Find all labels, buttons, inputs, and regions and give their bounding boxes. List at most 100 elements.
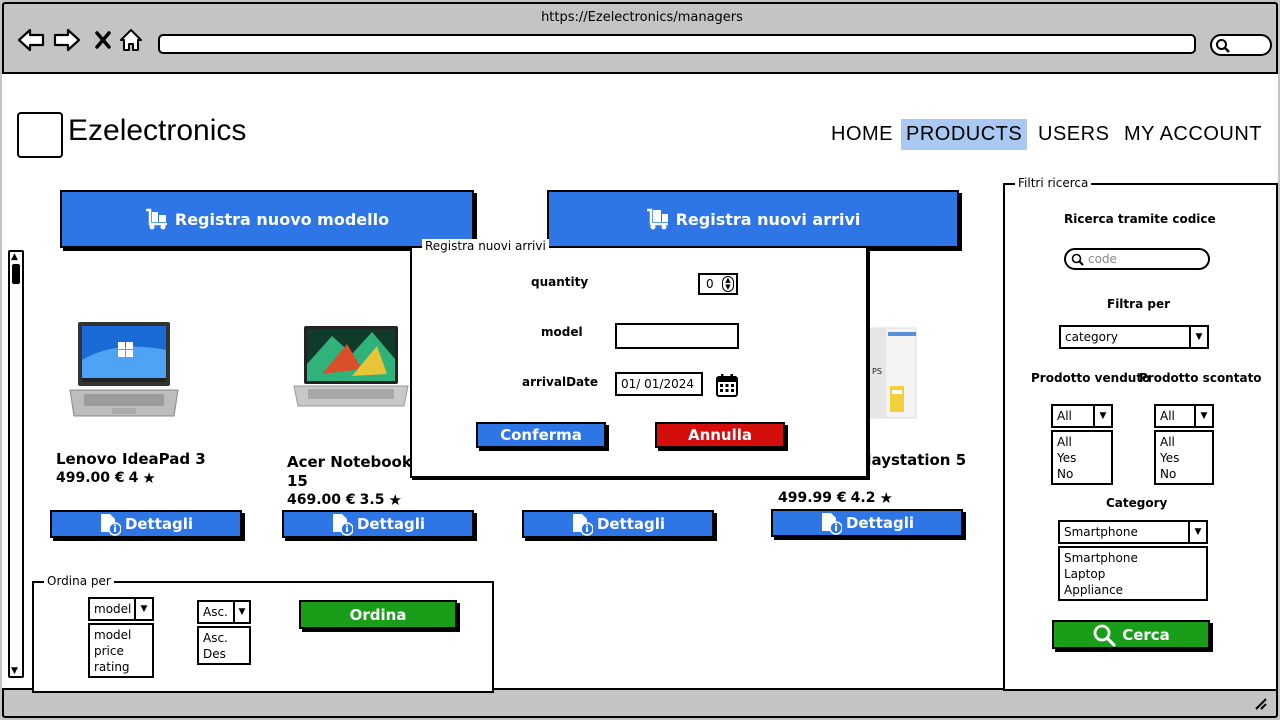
model-input[interactable] [615, 323, 739, 349]
details-button[interactable]: Dettagli [771, 509, 963, 537]
product-image[interactable] [292, 324, 410, 412]
product-image[interactable]: PS [866, 326, 920, 424]
sort-field-option[interactable]: price [94, 643, 148, 659]
details-label: Dettagli [124, 515, 194, 533]
sold-option[interactable]: Yes [1057, 450, 1107, 466]
sold-list[interactable]: All Yes No [1051, 430, 1113, 485]
search-icon [1216, 39, 1230, 53]
logo-text: Ezelectronics [68, 114, 247, 147]
product-price: 469.00 € [287, 492, 356, 508]
sold-option[interactable]: All [1057, 434, 1107, 450]
chevron-down-icon: ▼ [1194, 406, 1212, 426]
nav-my-account[interactable]: MY ACCOUNT [1119, 119, 1267, 150]
category-option[interactable]: Smartphone [1064, 550, 1202, 566]
filter-by-select[interactable]: category ▼ [1059, 325, 1209, 349]
product-price: 499.99 € [778, 490, 847, 506]
address-bar[interactable] [158, 34, 1196, 54]
document-info-icon [821, 513, 842, 535]
chevron-down-icon: ▼ [1189, 327, 1207, 347]
register-model-button[interactable]: Registra nuovo modello [60, 190, 474, 248]
register-arrivals-button[interactable]: Registra nuovi arrivi [547, 190, 959, 248]
discount-select[interactable]: All ▼ [1154, 404, 1214, 428]
sort-field-list[interactable]: model price rating [88, 623, 154, 678]
product-price-rating: 469.00 € 3.5 ★ [287, 491, 402, 509]
details-button[interactable]: Dettagli [50, 510, 242, 538]
product-image[interactable] [66, 320, 182, 422]
scroll-thumb[interactable] [12, 264, 20, 284]
sort-order-option[interactable]: Des [203, 646, 245, 662]
quantity-label: quantity [531, 275, 589, 289]
search-icon [1093, 624, 1116, 647]
category-selected: Smartphone [1064, 525, 1138, 539]
category-label: Category [1106, 496, 1168, 510]
confirm-button[interactable]: Conferma [476, 422, 606, 448]
arrival-date-input[interactable]: 01/ 01/2024 [615, 372, 703, 396]
discount-option[interactable]: All [1160, 434, 1208, 450]
details-button[interactable]: Dettagli [282, 510, 474, 538]
sort-button[interactable]: Ordina [299, 600, 457, 629]
product-rating: 4.2 [850, 490, 876, 506]
home-icon[interactable] [116, 24, 146, 56]
back-arrow-icon[interactable] [16, 24, 46, 56]
sort-field-option[interactable]: rating [94, 659, 148, 675]
register-model-label: Registra nuovo modello [174, 209, 390, 229]
category-option[interactable]: Laptop [1064, 566, 1202, 582]
sort-order-selected: Asc. [203, 605, 228, 619]
sort-legend: Ordina per [44, 574, 114, 588]
details-label: Dettagli [596, 515, 666, 533]
forward-arrow-icon[interactable] [52, 24, 82, 56]
category-list[interactable]: Smartphone Laptop Appliance [1058, 546, 1208, 601]
scroll-down-arrow-icon[interactable]: ▼ [11, 666, 18, 676]
sold-select[interactable]: All ▼ [1051, 404, 1113, 428]
status-bar [2, 690, 1278, 718]
svg-text:PS: PS [872, 367, 882, 376]
discount-list[interactable]: All Yes No [1154, 430, 1214, 485]
sort-order-select[interactable]: Asc. ▼ [197, 600, 251, 624]
chevron-down-icon: ▼ [1188, 522, 1206, 542]
logo-image [17, 112, 63, 158]
dolly-icon [646, 208, 668, 230]
cancel-button[interactable]: Annulla [655, 422, 785, 448]
code-search-input[interactable]: code [1064, 248, 1210, 270]
sort-order-list[interactable]: Asc. Des [197, 626, 251, 665]
discount-label: Prodotto scontato [1139, 371, 1262, 385]
product-price-rating: 499.00 € 4 ★ [56, 469, 156, 487]
nav-home[interactable]: HOME [826, 119, 898, 150]
scroll-up-arrow-icon[interactable]: ▲ [11, 252, 18, 262]
discount-option[interactable]: Yes [1160, 450, 1208, 466]
vertical-scrollbar[interactable]: ▲ ▼ [8, 250, 24, 678]
sold-label: Prodotto venduto [1031, 371, 1151, 385]
code-placeholder: code [1088, 252, 1117, 266]
spinner-arrows-icon[interactable]: ▲ ▼ [722, 276, 734, 292]
close-icon[interactable] [88, 24, 118, 56]
sort-field-option[interactable]: model [94, 627, 148, 643]
document-info-icon [332, 514, 353, 536]
quantity-stepper[interactable]: 0 ▲ ▼ [698, 273, 738, 295]
browser-search-box[interactable] [1210, 34, 1272, 56]
calendar-icon[interactable] [716, 373, 738, 401]
quantity-value: 0 [706, 277, 714, 291]
details-button[interactable]: Dettagli [522, 510, 714, 538]
filter-by-label: Filtra per [1107, 297, 1170, 311]
product-rating: 3.5 [359, 492, 385, 508]
category-option[interactable]: Appliance [1064, 582, 1202, 598]
sort-field-select[interactable]: model ▼ [88, 597, 154, 621]
nav-users[interactable]: USERS [1033, 119, 1114, 150]
discount-selected: All [1160, 409, 1175, 423]
product-name-line1: Acer Notebook A [287, 453, 429, 471]
url-text: https://Ezelectronics/managers [541, 10, 743, 25]
register-arrivals-label: Registra nuovi arrivi [675, 209, 861, 229]
discount-option[interactable]: No [1160, 466, 1208, 482]
category-select[interactable]: Smartphone ▼ [1058, 520, 1208, 544]
document-info-icon [100, 514, 121, 536]
star-icon: ★ [879, 489, 893, 507]
modal-legend: Registra nuovi arrivi [422, 239, 549, 253]
sort-field-selected: model [94, 602, 132, 616]
nav-products[interactable]: PRODUCTS [901, 119, 1028, 150]
search-button[interactable]: Cerca [1052, 620, 1210, 649]
product-rating: 4 [128, 470, 139, 486]
product-price: 499.00 € [56, 470, 125, 486]
sold-option[interactable]: No [1057, 466, 1107, 482]
arrival-date-label: arrivalDate [522, 375, 599, 389]
sort-order-option[interactable]: Asc. [203, 630, 245, 646]
